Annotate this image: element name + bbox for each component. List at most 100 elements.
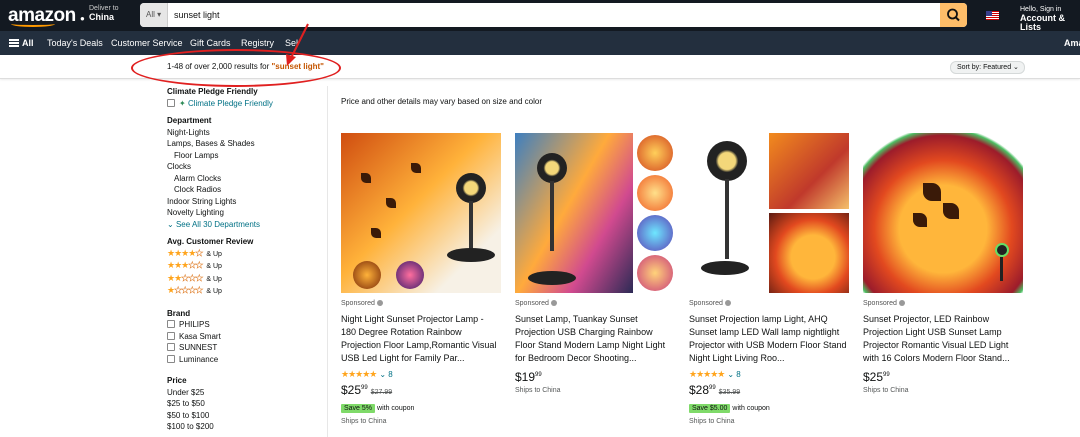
sort-dropdown[interactable]: Sort by: Featured ⌄ [950, 61, 1025, 74]
product-title[interactable]: Night Light Sunset Projector Lamp - 180 … [341, 313, 501, 365]
brand-label: Luminance [179, 354, 219, 364]
nav-todays-deals[interactable]: Today's Deals [47, 38, 103, 48]
lamp-stick [469, 201, 473, 251]
info-icon[interactable] [898, 300, 905, 306]
search-icon [947, 8, 960, 22]
rating-count[interactable]: ⌄ 8 [727, 370, 740, 379]
product-title[interactable]: Sunset Projector, LED Rainbow Projection… [863, 313, 1023, 365]
star-rating-icon: ★★★★★ [167, 272, 204, 283]
search-button[interactable] [940, 3, 967, 27]
info-icon[interactable] [376, 300, 383, 306]
price-filter[interactable]: $50 to $100 [167, 410, 327, 422]
checkbox[interactable] [167, 354, 175, 363]
brand-filter[interactable]: SUNNEST [167, 342, 327, 354]
review-4-up[interactable]: ★★★★★ & Up [167, 247, 327, 261]
product-title[interactable]: Sunset Lamp, Tuankay Sunset Projection U… [515, 313, 675, 365]
coupon-badge[interactable]: Save 5% [341, 404, 376, 413]
product-image[interactable] [341, 133, 501, 293]
product-price[interactable]: $1999 [515, 370, 677, 384]
nav-gift-cards[interactable]: Gift Cards [190, 38, 231, 48]
us-flag-icon[interactable] [986, 11, 999, 20]
price-whole: $19 [515, 370, 536, 384]
department-item[interactable]: Novelty Lighting [167, 207, 327, 219]
search-input[interactable] [174, 3, 934, 27]
department-item[interactable]: Night-Lights [167, 127, 327, 139]
checkbox[interactable] [167, 343, 175, 351]
brand-filter[interactable]: PHILIPS [167, 319, 327, 331]
checkbox[interactable] [167, 98, 175, 107]
leaf-shape [411, 163, 421, 173]
star-rating-icon: ★★★★★ [167, 247, 204, 258]
department-item[interactable]: Alarm Clocks [167, 173, 327, 185]
department-item[interactable]: Lamps, Bases & Shades [167, 138, 327, 150]
climate-heading: Climate Pledge Friendly [167, 87, 258, 96]
price-fraction: 99 [883, 372, 890, 378]
nav-customer-service[interactable]: Customer Service [111, 38, 183, 48]
department-item[interactable]: Clocks [167, 161, 327, 173]
price-filter[interactable]: $100 to $200 [167, 421, 327, 433]
info-icon[interactable] [550, 300, 557, 306]
top-header: amazon Deliver to China ● All ▾ Hello, S… [0, 0, 1080, 32]
product-rating[interactable]: ★★★★★ ⌄ 8 [341, 369, 503, 380]
sort-label: Sort by: Featured [957, 64, 1012, 71]
price-whole: $25 [341, 383, 362, 397]
see-all-departments[interactable]: ⌄ See All 30 Departments [167, 219, 327, 231]
product-image[interactable] [689, 133, 849, 293]
leaf-shape [371, 228, 381, 238]
nav-amazon-promo[interactable]: Ama [1064, 38, 1080, 48]
lamp-stick [725, 179, 729, 259]
color-swatch [637, 255, 673, 291]
product-price[interactable]: $2599$27.99 [341, 383, 503, 397]
rating-count[interactable]: ⌄ 8 [379, 370, 392, 379]
review-1-up[interactable]: ★★★★★ & Up [167, 285, 327, 298]
filter-sidebar: Climate Pledge Friendly ✦ Climate Pledge… [167, 86, 327, 433]
brand-filter[interactable]: Luminance [167, 354, 327, 366]
review-up-label: & Up [206, 250, 222, 258]
department-item[interactable]: Clock Radios [167, 184, 327, 196]
checkbox[interactable] [167, 320, 175, 328]
lamp-stick [550, 181, 554, 251]
see-all-label: See All 30 Departments [175, 219, 260, 229]
sponsored-label: Sponsored [689, 300, 851, 307]
account-menu[interactable]: Hello, Sign in Account & Lists [1020, 5, 1080, 32]
chevron-down-icon: ⌄ [167, 219, 174, 229]
price-filter[interactable]: $25 to $50 [167, 398, 327, 410]
price-filter[interactable]: Under $25 [167, 387, 327, 399]
product-rating[interactable]: ★★★★★ ⌄ 8 [689, 369, 851, 380]
search-category-select[interactable]: All ▾ [140, 3, 168, 27]
leaf-shape [386, 198, 396, 208]
nav-registry[interactable]: Registry [241, 38, 274, 48]
hamburger-icon[interactable] [9, 39, 19, 47]
shipping-text: Ships to China [863, 387, 909, 394]
department-item[interactable]: Indoor String Lights [167, 196, 327, 208]
deliver-to[interactable]: Deliver to China [80, 4, 119, 22]
coupon-badge[interactable]: Save $5.00 [689, 404, 731, 413]
sponsored-label: Sponsored [341, 300, 503, 307]
sponsored-text: Sponsored [515, 300, 549, 307]
nav-sell[interactable]: Sel [285, 38, 298, 48]
checkbox[interactable] [167, 331, 175, 340]
price-fraction: 99 [535, 372, 542, 378]
product-card: Sponsored Sunset Projection lamp Light, … [689, 133, 851, 425]
image-panel [515, 133, 633, 293]
deliver-country: China [89, 12, 115, 22]
product-price[interactable]: $2899$35.99 [689, 383, 851, 397]
brand-filter[interactable]: Kasa Smart [167, 331, 327, 343]
color-swatch [637, 175, 673, 211]
review-2-up[interactable]: ★★★★★ & Up [167, 272, 327, 286]
climate-filter[interactable]: ✦ Climate Pledge Friendly [167, 98, 327, 110]
department-item[interactable]: Floor Lamps [167, 150, 327, 162]
price-fraction: 99 [709, 385, 716, 391]
product-title[interactable]: Sunset Projection lamp Light, AHQ Sunset… [689, 313, 849, 365]
leaf-shape [943, 203, 959, 219]
nav-all[interactable]: All [22, 38, 34, 48]
product-image[interactable] [515, 133, 675, 293]
product-image[interactable] [863, 133, 1023, 293]
review-up-label: & Up [206, 288, 222, 295]
brand-label: PHILIPS [179, 320, 210, 329]
info-icon[interactable] [724, 300, 731, 306]
product-price[interactable]: $2599 [863, 370, 1025, 384]
thumbnail-circle [353, 261, 381, 289]
review-3-up[interactable]: ★★★★★ & Up [167, 260, 327, 273]
image-panel [769, 133, 849, 209]
